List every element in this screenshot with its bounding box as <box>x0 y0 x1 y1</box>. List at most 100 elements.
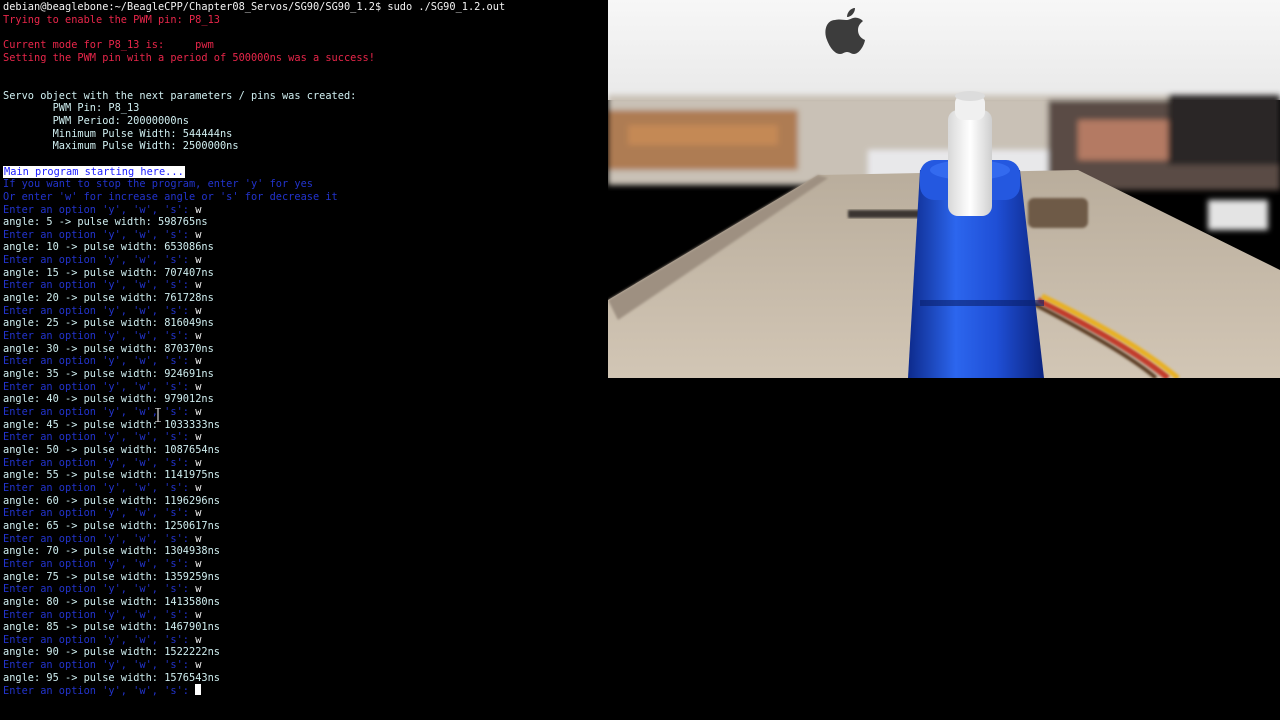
prompt-path: :~/BeagleCPP/Chapter08_Servos/SG90/SG90_… <box>108 1 382 13</box>
prompt-command: sudo ./SG90_1.2.out <box>381 1 506 13</box>
option-input: w <box>195 633 202 646</box>
webcam-feed <box>608 0 1280 378</box>
angle-value: 10 <box>46 241 59 254</box>
servo-line: Maximum Pulse Width: 2500000ns <box>3 140 239 153</box>
pulse-value: 1304938ns <box>164 545 220 558</box>
pwm-line: Setting the PWM pin with a period of 500… <box>3 51 375 64</box>
option-prompt-line: Enter an option 'y', 'w', 's': w <box>3 457 608 470</box>
angle-prefix: angle: <box>3 621 47 634</box>
angle-value: 80 <box>46 595 59 608</box>
text-cursor[interactable] <box>195 684 202 696</box>
option-prompt-line: Enter an option 'y', 'w', 's': w <box>3 634 608 647</box>
option-prompt-line: Enter an option 'y', 'w', 's': w <box>3 533 608 546</box>
angle-prefix: angle: <box>3 393 47 406</box>
angle-reading-line: angle: 15 -> pulse width: 707407ns <box>3 267 608 280</box>
angle-value: 95 <box>46 671 59 684</box>
option-input: w <box>195 481 202 494</box>
angle-prefix: angle: <box>3 443 47 456</box>
option-prompt-line: Enter an option 'y', 'w', 's': w <box>3 482 608 495</box>
option-prompt: Enter an option 'y', 'w', 's': <box>3 254 196 267</box>
option-input: w <box>195 304 202 317</box>
option-prompt: Enter an option 'y', 'w', 's': <box>3 203 196 216</box>
instruction-line: Or enter 'w' for increase angle or 's' f… <box>3 190 338 203</box>
prompt-user-host: debian@beaglebone <box>3 1 109 13</box>
option-prompt-line: Enter an option 'y', 'w', 's': w <box>3 330 608 343</box>
option-prompt: Enter an option 'y', 'w', 's': <box>3 685 196 698</box>
option-input: w <box>195 507 202 520</box>
pulse-label: -> pulse width: <box>58 519 165 532</box>
pulse-value: 1141975ns <box>164 469 220 482</box>
pulse-label: -> pulse width: <box>58 241 165 254</box>
option-prompt: Enter an option 'y', 'w', 's': <box>3 659 196 672</box>
option-prompt: Enter an option 'y', 'w', 's': <box>3 633 196 646</box>
option-prompt: Enter an option 'y', 'w', 's': <box>3 355 196 368</box>
pulse-label: -> pulse width: <box>58 292 165 305</box>
pulse-label: -> pulse width: <box>58 646 165 659</box>
option-prompt-line: Enter an option 'y', 'w', 's': w <box>3 229 608 242</box>
angle-value: 25 <box>46 317 59 330</box>
angle-reading-line: angle: 75 -> pulse width: 1359259ns <box>3 571 608 584</box>
angle-value: 40 <box>46 393 59 406</box>
servo-line <box>3 153 608 166</box>
pulse-label: -> pulse width: <box>58 545 165 558</box>
option-prompt-line: Enter an option 'y', 'w', 's': w <box>3 204 608 217</box>
pulse-label: -> pulse width: <box>58 368 165 381</box>
option-prompt-line: Enter an option 'y', 'w', 's': w <box>3 279 608 292</box>
option-input: w <box>195 380 202 393</box>
option-input: w <box>195 203 202 216</box>
option-prompt-line: Enter an option 'y', 'w', 's': w <box>3 558 608 571</box>
angle-reading-line: angle: 30 -> pulse width: 870370ns <box>3 343 608 356</box>
pulse-label: -> pulse width: <box>58 595 165 608</box>
pulse-label: -> pulse width: <box>58 443 165 456</box>
option-prompt: Enter an option 'y', 'w', 's': <box>3 279 196 292</box>
option-prompt-line: Enter an option 'y', 'w', 's': w <box>3 355 608 368</box>
angle-value: 85 <box>46 621 59 634</box>
option-input: w <box>195 532 202 545</box>
angle-value: 70 <box>46 545 59 558</box>
angle-reading-line: angle: 80 -> pulse width: 1413580ns <box>3 596 608 609</box>
angle-value: 45 <box>46 418 59 431</box>
option-prompt: Enter an option 'y', 'w', 's': <box>3 481 196 494</box>
pulse-label: -> pulse width: <box>58 621 165 634</box>
angle-value: 65 <box>46 519 59 532</box>
pulse-value: 598765ns <box>158 216 208 229</box>
option-prompt-line: Enter an option 'y', 'w', 's': w <box>3 609 608 622</box>
terminal-window[interactable]: debian@beaglebone:~/BeagleCPP/Chapter08_… <box>0 0 608 720</box>
option-prompt: Enter an option 'y', 'w', 's': <box>3 507 196 520</box>
pulse-label: -> pulse width: <box>52 216 158 229</box>
webcam-image <box>608 0 1280 378</box>
angle-value: 20 <box>46 292 59 305</box>
option-prompt: Enter an option 'y', 'w', 's': <box>3 583 196 596</box>
angle-prefix: angle: <box>3 342 47 355</box>
angle-prefix: angle: <box>3 545 47 558</box>
option-input: w <box>195 228 202 241</box>
angle-prefix: angle: <box>3 671 47 684</box>
option-prompt: Enter an option 'y', 'w', 's': <box>3 431 196 444</box>
angle-prefix: angle: <box>3 266 47 279</box>
option-prompt: Enter an option 'y', 'w', 's': <box>3 406 196 418</box>
pwm-line <box>3 64 608 77</box>
readings-log: Enter an option 'y', 'w', 's': w angle: 5… <box>3 204 608 685</box>
pulse-label: -> pulse width: <box>58 494 165 507</box>
option-prompt: Enter an option 'y', 'w', 's': <box>3 456 196 469</box>
ibeam-cursor-icon <box>155 408 161 422</box>
pulse-value: 653086ns <box>164 241 214 254</box>
option-input: w <box>195 431 202 444</box>
option-prompt: Enter an option 'y', 'w', 's': <box>3 380 196 393</box>
pulse-value: 1250617ns <box>164 519 220 532</box>
option-prompt-line: Enter an option 'y', 'w', 's': w <box>3 305 608 318</box>
angle-prefix: angle: <box>3 595 47 608</box>
pwm-line <box>3 77 608 90</box>
option-prompt: Enter an option 'y', 'w', 's': <box>3 304 196 317</box>
angle-reading-line: angle: 65 -> pulse width: 1250617ns <box>3 520 608 533</box>
option-input: w <box>195 254 202 267</box>
pulse-label: -> pulse width: <box>58 317 165 330</box>
pulse-label: -> pulse width: <box>58 342 165 355</box>
pwm-line: Current mode for P8_13 is: pwm <box>3 38 214 51</box>
current-prompt-line[interactable]: Enter an option 'y', 'w', 's': <box>3 684 608 697</box>
angle-reading-line: angle: 45 -> pulse width: 1033333ns <box>3 419 608 432</box>
angle-value: 55 <box>46 469 59 482</box>
screen: debian@beaglebone:~/BeagleCPP/Chapter08_… <box>0 0 1280 720</box>
angle-prefix: angle: <box>3 317 47 330</box>
pulse-value: 761728ns <box>164 292 214 305</box>
